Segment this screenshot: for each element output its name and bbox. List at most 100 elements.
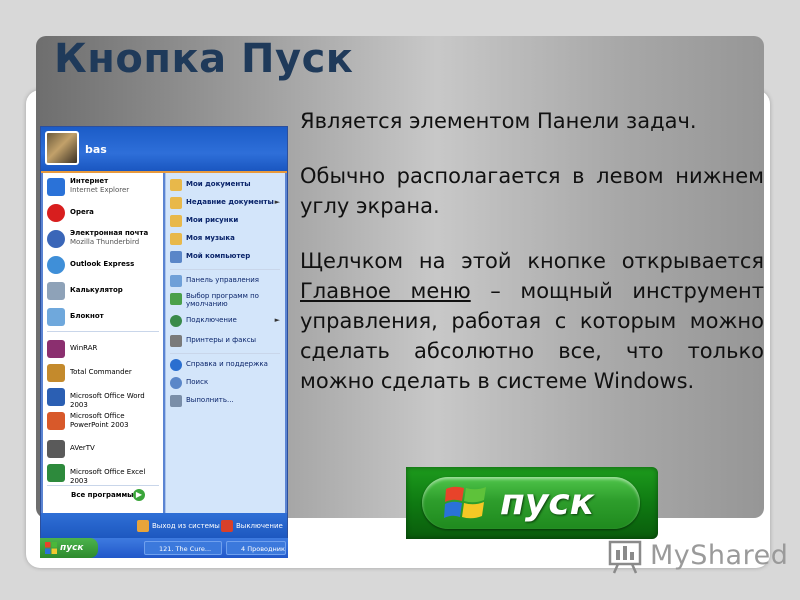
- presentation-board-icon: [608, 540, 642, 574]
- menu-item-label: Выбор программ по умолчанию: [186, 292, 259, 308]
- menu-item-outlook-express[interactable]: Outlook Express: [43, 253, 163, 275]
- system-places: Мои документы Недавние документы ► Мои р…: [165, 173, 285, 513]
- control-panel-icon: [170, 275, 182, 287]
- user-name: bas: [85, 143, 107, 156]
- my-documents-icon: [170, 179, 182, 191]
- menu-item-run[interactable]: Выполнить...: [168, 393, 284, 409]
- menu-item-sublabel: Mozilla Thunderbird: [70, 238, 140, 246]
- menu-item-recent-documents[interactable]: Недавние документы ►: [168, 195, 284, 211]
- menu-item-label: Принтеры и факсы: [186, 336, 257, 344]
- outlook-express-icon: [47, 256, 65, 274]
- myshared-logo-text: MyShared: [650, 540, 789, 571]
- slide-title: Кнопка Пуск: [54, 36, 354, 82]
- menu-item-my-pictures[interactable]: Мои рисунки: [168, 213, 284, 229]
- menu-item-total-commander[interactable]: Total Commander: [43, 361, 163, 383]
- menu-item-opera[interactable]: Opera: [43, 201, 163, 223]
- internet-explorer-icon: [47, 178, 65, 196]
- menu-item-notepad[interactable]: Блокнот: [43, 305, 163, 327]
- menu-item-word[interactable]: Microsoft Office Word 2003: [43, 385, 163, 409]
- menu-item-label: Мой компьютер: [186, 252, 251, 260]
- paragraph-3-start: Щелчком на этой кнопке открывается: [300, 249, 764, 273]
- menu-separator: [47, 331, 159, 332]
- menu-item-control-panel[interactable]: Панель управления: [168, 273, 284, 289]
- menu-item-my-music[interactable]: Моя музыка: [168, 231, 284, 247]
- total-commander-icon: [47, 364, 65, 382]
- all-programs-label[interactable]: Все программы: [71, 491, 134, 499]
- calculator-icon: [47, 282, 65, 300]
- shutdown-button[interactable]: Выключение: [221, 520, 283, 534]
- menu-item-label: Outlook Express: [70, 260, 135, 268]
- big-start-button[interactable]: пуск: [406, 467, 658, 539]
- logoff-label: Выход из системы: [152, 522, 220, 530]
- menu-item-search[interactable]: Поиск: [168, 375, 284, 391]
- menu-item-winrar[interactable]: WinRAR: [43, 337, 163, 359]
- menu-item-default-programs[interactable]: Выбор программ по умолчанию: [168, 291, 284, 311]
- paragraph-1: Является элементом Панели задач.: [300, 109, 697, 133]
- menu-item-label: Microsoft Office Word 2003: [70, 392, 145, 409]
- menu-item-my-computer[interactable]: Мой компьютер: [168, 249, 284, 265]
- menu-separator: [170, 353, 280, 354]
- menu-item-sublabel: Internet Explorer: [70, 186, 130, 194]
- menu-item-label: Справка и поддержка: [186, 360, 268, 368]
- menu-item-label: AVerTV: [70, 444, 95, 452]
- taskbar-start-label: пуск: [60, 543, 84, 553]
- default-programs-icon: [170, 293, 182, 305]
- winrar-icon: [47, 340, 65, 358]
- user-avatar[interactable]: [45, 131, 79, 165]
- shutdown-label: Выключение: [236, 522, 283, 530]
- menu-item-label: Подключение: [186, 316, 237, 324]
- main-menu-link[interactable]: Главное меню: [300, 279, 471, 303]
- word-icon: [47, 388, 65, 406]
- menu-item-label: Недавние документы: [186, 198, 274, 206]
- menu-item-label: Выполнить...: [186, 396, 234, 404]
- menu-item-my-documents[interactable]: Мои документы: [168, 177, 284, 193]
- printers-icon: [170, 335, 182, 347]
- menu-item-label: Microsoft Office PowerPoint 2003: [70, 412, 129, 429]
- menu-separator: [170, 269, 280, 270]
- start-button-pill: пуск: [422, 477, 640, 529]
- paragraph-3: Щелчком на этой кнопке открывается Главн…: [300, 246, 764, 396]
- shutdown-icon: [221, 520, 233, 532]
- menu-item-label: Total Commander: [70, 368, 132, 376]
- windows-logo-icon: [444, 486, 486, 519]
- start-menu-footer: Выход из системы Выключение: [41, 513, 287, 541]
- menu-item-help[interactable]: Справка и поддержка: [168, 357, 284, 373]
- menu-item-label: Opera: [70, 208, 94, 216]
- menu-item-label: Моя музыка: [186, 234, 235, 242]
- slide-text: Является элементом Панели задач. Обычно …: [300, 106, 764, 421]
- menu-item-avertv[interactable]: AVerTV: [43, 437, 163, 459]
- menu-item-label: Электронная почта: [70, 229, 149, 237]
- menu-item-label: WinRAR: [70, 344, 98, 352]
- network-connections-icon: [170, 315, 182, 327]
- menu-item-label: Мои рисунки: [186, 216, 239, 224]
- recent-documents-icon: [170, 197, 182, 209]
- menu-item-internet[interactable]: Интернет Internet Explorer: [43, 175, 163, 197]
- my-pictures-icon: [170, 215, 182, 227]
- menu-item-label: Поиск: [186, 378, 209, 386]
- start-menu: bas Интернет Internet Explorer Opera Элек…: [40, 126, 288, 558]
- my-computer-icon: [170, 251, 182, 263]
- menu-item-printers[interactable]: Принтеры и факсы: [168, 333, 284, 349]
- powerpoint-icon: [47, 412, 65, 430]
- run-icon: [170, 395, 182, 407]
- opera-icon: [47, 204, 65, 222]
- menu-item-email[interactable]: Электронная почта Mozilla Thunderbird: [43, 227, 163, 249]
- menu-item-label: Блокнот: [70, 312, 104, 320]
- logoff-button[interactable]: Выход из системы: [137, 520, 220, 534]
- menu-item-excel[interactable]: Microsoft Office Excel 2003: [43, 461, 163, 485]
- menu-item-label: Мои документы: [186, 180, 251, 188]
- menu-item-label: Интернет: [70, 177, 109, 185]
- menu-separator: [47, 485, 159, 486]
- big-start-label: пуск: [500, 482, 595, 523]
- start-menu-header: bas: [41, 127, 287, 173]
- search-icon: [170, 377, 182, 389]
- menu-item-powerpoint[interactable]: Microsoft Office PowerPoint 2003: [43, 409, 163, 435]
- taskbar-task-1[interactable]: 121. The Cure...: [144, 541, 222, 555]
- paragraph-2: Обычно располагается в левом нижнем углу…: [300, 164, 764, 218]
- taskbar-start-button[interactable]: пуск: [40, 538, 98, 558]
- menu-item-calculator[interactable]: Калькулятор: [43, 279, 163, 301]
- menu-item-connect[interactable]: Подключение ►: [168, 313, 284, 329]
- taskbar-task-2[interactable]: 4 Проводник: [226, 541, 286, 555]
- thunderbird-icon: [47, 230, 65, 248]
- all-programs-arrow-icon[interactable]: ▶: [133, 489, 145, 501]
